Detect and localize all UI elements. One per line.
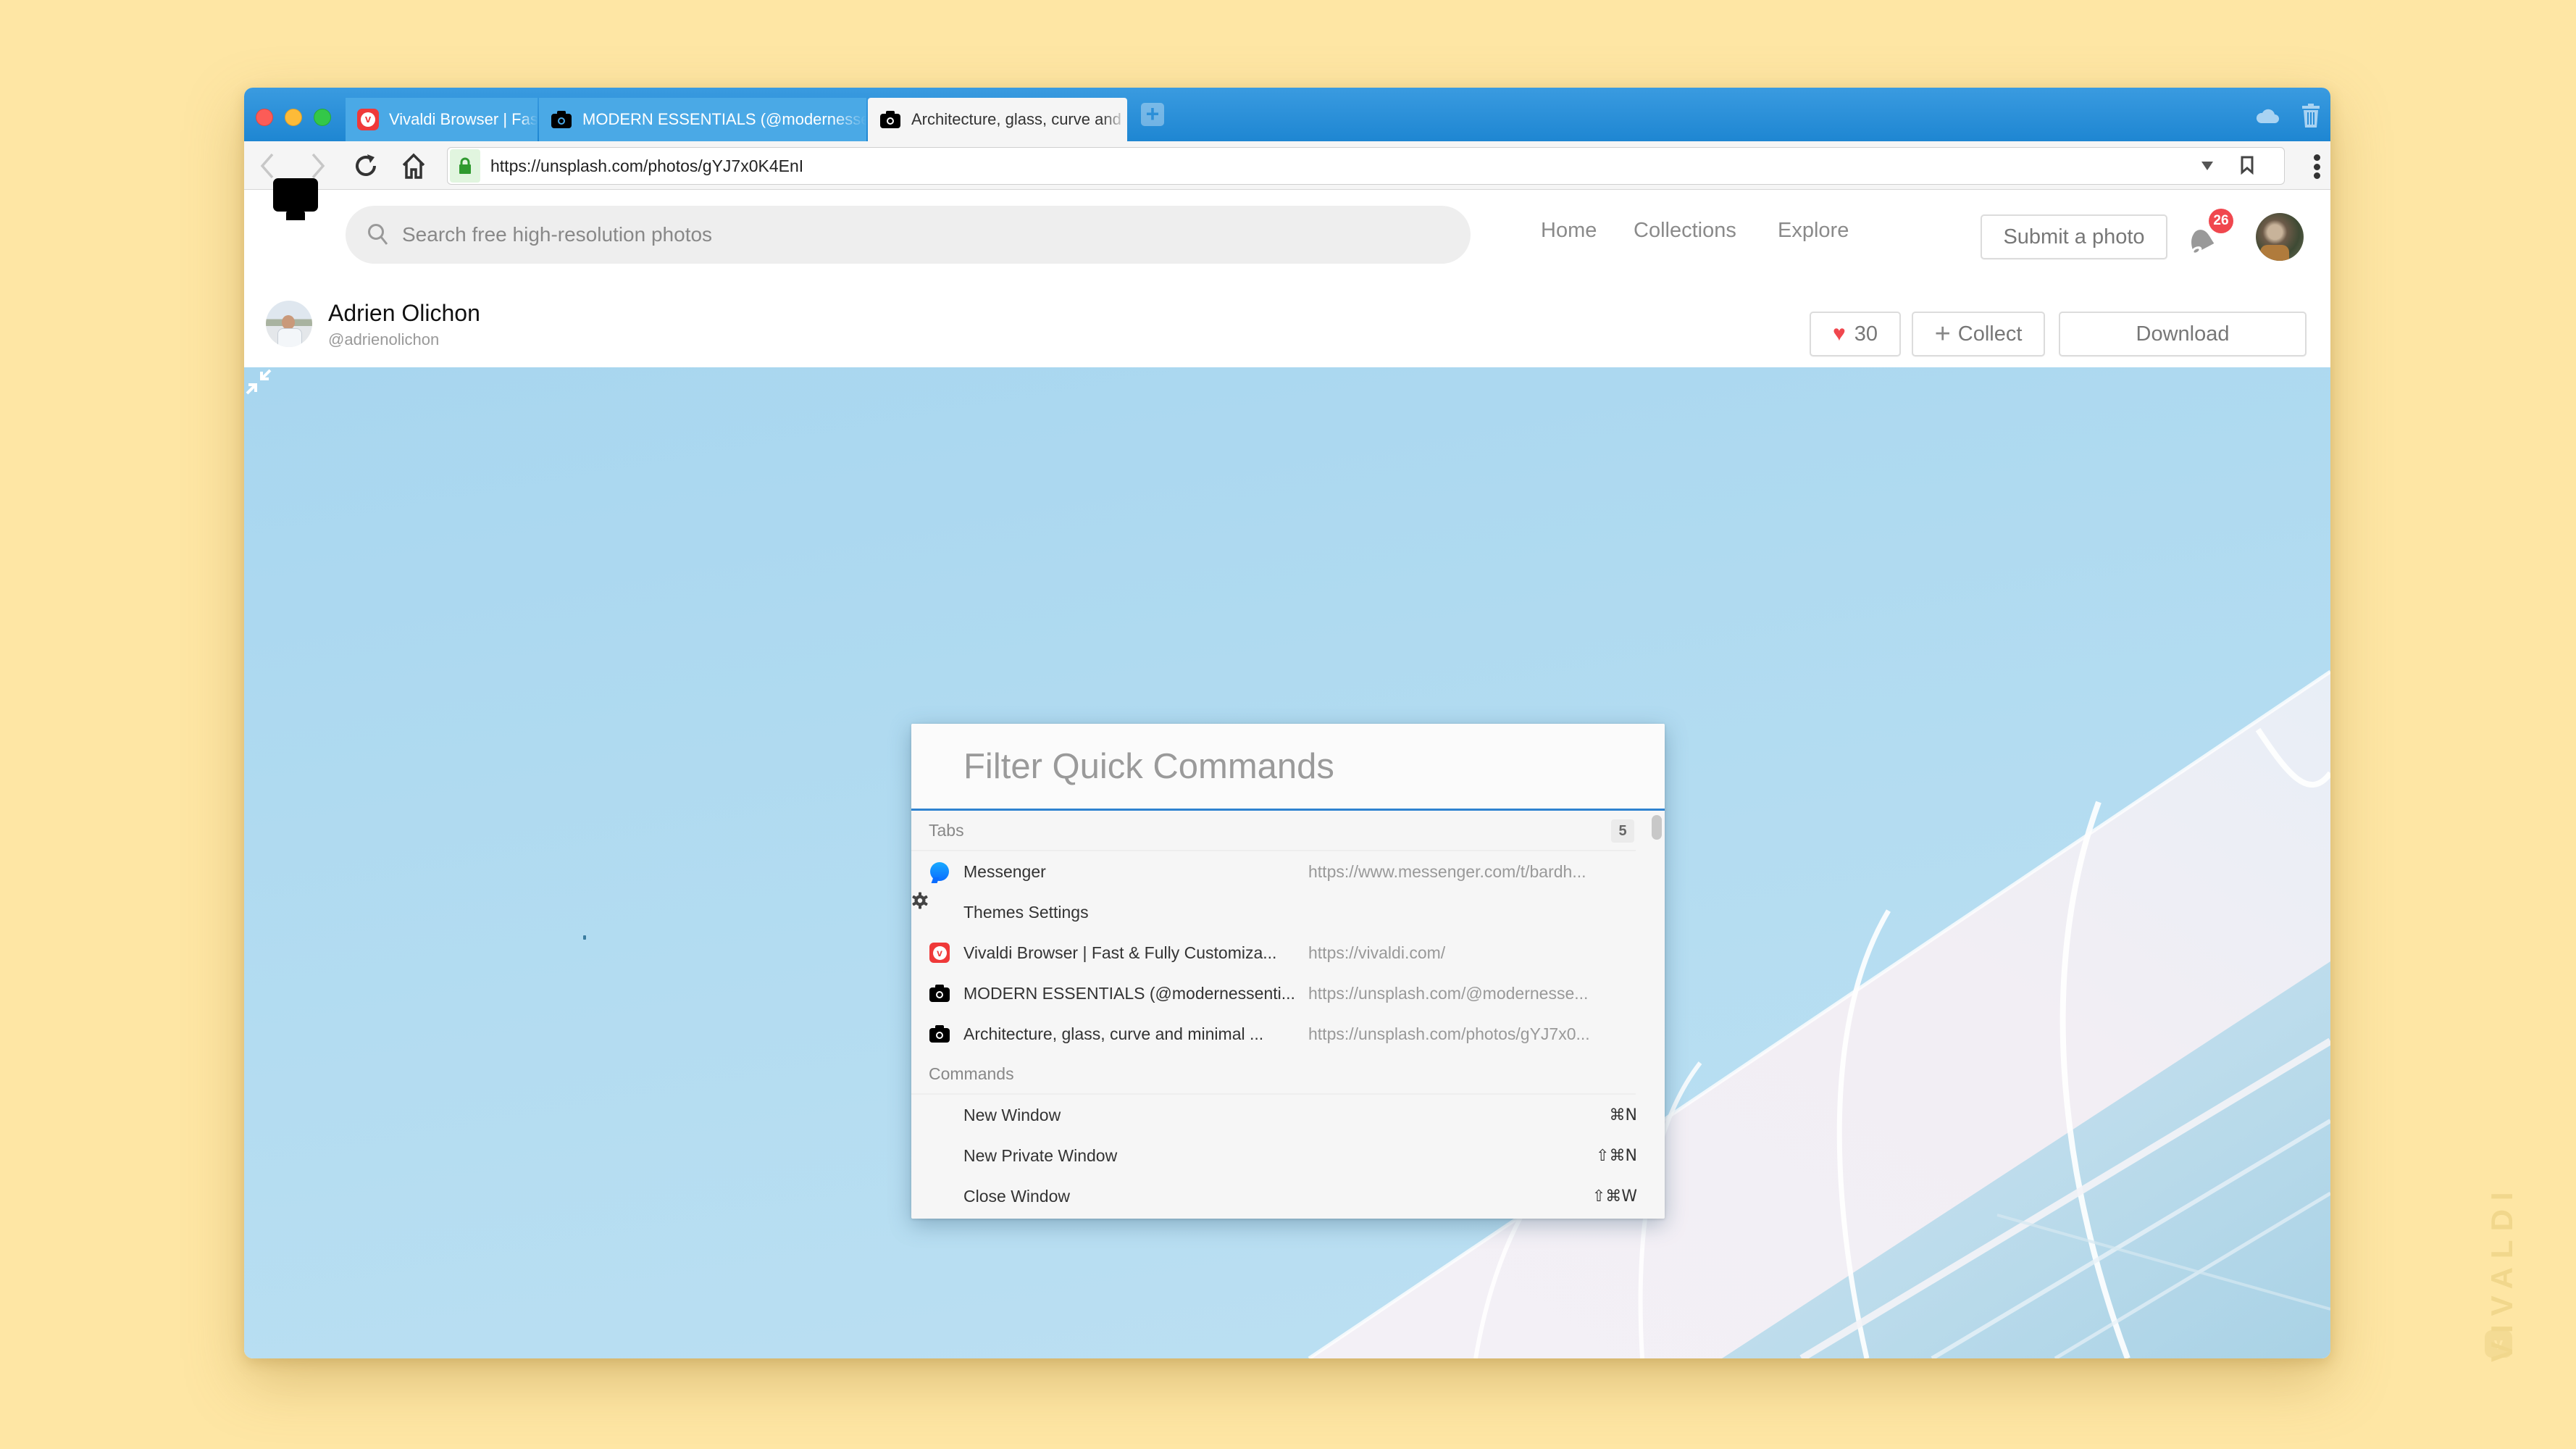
home-button[interactable] bbox=[399, 151, 428, 180]
command-shortcut: ⇧⌘W bbox=[1592, 1187, 1637, 1206]
tab-title: Vivaldi Browser | Fast & Fully Customiza… bbox=[389, 110, 538, 128]
photo-viewer: Tabs 5 Messenger https://www.messenger.c… bbox=[244, 367, 2330, 1358]
user-avatar[interactable] bbox=[2256, 213, 2304, 261]
command-title: New Window bbox=[963, 1105, 1061, 1124]
chevron-right-icon bbox=[311, 153, 325, 179]
qc-tab-item-vivaldi[interactable]: v Vivaldi Browser | Fast & Fully Customi… bbox=[911, 932, 1665, 973]
tab-vivaldi[interactable]: v Vivaldi Browser | Fast & Fully Customi… bbox=[346, 98, 538, 141]
section-label: Commands bbox=[929, 1064, 1014, 1083]
vivaldi-icon: v bbox=[929, 942, 950, 964]
quick-commands-list: Tabs 5 Messenger https://www.messenger.c… bbox=[911, 811, 1665, 1216]
item-url: https://unsplash.com/@modernesse... bbox=[1308, 983, 1589, 1003]
camera-icon bbox=[929, 982, 950, 1004]
cloud-sync-icon[interactable] bbox=[2255, 108, 2280, 124]
new-tab-button[interactable]: + bbox=[1141, 102, 1164, 126]
section-label: Tabs bbox=[929, 820, 964, 840]
command-shortcut: ⇧⌘N bbox=[1596, 1146, 1637, 1165]
author-avatar[interactable] bbox=[266, 301, 312, 347]
photo-author-bar: Adrien Olichon @adrienolichon ♥ 30 + Col… bbox=[244, 280, 2330, 367]
tab-architecture[interactable]: Architecture, glass, curve and minimal bbox=[868, 98, 1127, 141]
qc-command-new-private-window[interactable]: New Private Window ⇧⌘N bbox=[911, 1135, 1665, 1176]
qc-command-new-window[interactable]: New Window ⌘N bbox=[911, 1095, 1665, 1135]
vivaldi-watermark: VIVALDI bbox=[2485, 1183, 2519, 1362]
nav-home[interactable]: Home bbox=[1541, 219, 1597, 243]
qc-command-close-window[interactable]: Close Window ⇧⌘W bbox=[911, 1176, 1665, 1216]
gear-icon bbox=[912, 892, 950, 923]
qc-tab-item-themes-settings[interactable]: Themes Settings bbox=[911, 892, 1665, 932]
author-name[interactable]: Adrien Olichon bbox=[328, 300, 480, 327]
search-placeholder: Search free high-resolution photos bbox=[402, 223, 713, 246]
plus-icon: + bbox=[1934, 318, 1951, 349]
author-handle[interactable]: @adrienolichon bbox=[328, 330, 439, 349]
like-count: 30 bbox=[1854, 322, 1878, 346]
search-icon bbox=[368, 224, 388, 245]
search-input[interactable]: Search free high-resolution photos bbox=[346, 206, 1471, 264]
camera-icon bbox=[551, 109, 572, 130]
back-button[interactable] bbox=[253, 151, 282, 180]
item-url: https://www.messenger.com/t/bardh... bbox=[1308, 861, 1586, 881]
item-url: https://unsplash.com/photos/gYJ7x0... bbox=[1308, 1024, 1590, 1043]
url-text: https://unsplash.com/photos/gYJ7x0K4EnI bbox=[490, 156, 804, 175]
item-title: Messenger bbox=[963, 861, 1046, 881]
item-title: Themes Settings bbox=[963, 902, 1089, 922]
camera-icon bbox=[929, 1023, 950, 1045]
tab-title: Architecture, glass, curve and minimal bbox=[911, 110, 1127, 128]
address-bar[interactable]: https://unsplash.com/photos/gYJ7x0K4EnI bbox=[447, 147, 2285, 185]
quick-commands-scrollbar[interactable] bbox=[1652, 815, 1662, 840]
close-window-button[interactable] bbox=[256, 109, 273, 126]
tab-bar: v Vivaldi Browser | Fast & Fully Customi… bbox=[244, 88, 2330, 141]
like-button[interactable]: ♥ 30 bbox=[1810, 312, 1901, 356]
vivaldi-icon: v bbox=[357, 109, 379, 130]
chevron-left-icon bbox=[260, 153, 274, 179]
qc-tab-item-messenger[interactable]: Messenger https://www.messenger.com/t/ba… bbox=[911, 851, 1665, 892]
tab-modern-essentials[interactable]: MODERN ESSENTIALS (@modernessentials) bbox=[539, 98, 866, 141]
minimize-window-button[interactable] bbox=[285, 109, 302, 126]
bell-icon[interactable] bbox=[2188, 225, 2214, 256]
collect-button[interactable]: + Collect bbox=[1912, 312, 2045, 356]
home-icon bbox=[402, 153, 425, 179]
trash-icon[interactable] bbox=[2301, 104, 2320, 128]
item-title: Vivaldi Browser | Fast & Fully Customiza… bbox=[963, 943, 1277, 962]
reload-button[interactable] bbox=[351, 151, 380, 180]
bird-speck bbox=[583, 935, 586, 940]
qc-tab-item-architecture[interactable]: Architecture, glass, curve and minimal .… bbox=[911, 1014, 1665, 1054]
camera-icon bbox=[879, 109, 901, 130]
tab-count-badge: 5 bbox=[1611, 819, 1634, 843]
section-tabs: Tabs 5 bbox=[911, 811, 1636, 851]
notification-badge: 26 bbox=[2209, 209, 2233, 233]
bookmark-icon[interactable] bbox=[2241, 156, 2254, 175]
browser-window: v Vivaldi Browser | Fast & Fully Customi… bbox=[244, 88, 2330, 1358]
nav-collections[interactable]: Collections bbox=[1634, 219, 1736, 243]
quick-commands-input[interactable] bbox=[963, 746, 1615, 787]
messenger-icon bbox=[929, 861, 950, 882]
menu-icon[interactable] bbox=[2313, 154, 2320, 179]
forward-button[interactable] bbox=[304, 151, 333, 180]
secure-lock[interactable] bbox=[450, 149, 480, 183]
unsplash-header: Search free high-resolution photos Home … bbox=[244, 178, 2330, 280]
section-commands: Commands bbox=[911, 1054, 1636, 1095]
submit-photo-button[interactable]: Submit a photo bbox=[1981, 214, 2167, 259]
maximize-window-button[interactable] bbox=[314, 109, 331, 126]
tab-title: MODERN ESSENTIALS (@modernessentials) bbox=[582, 110, 866, 128]
address-toolbar: https://unsplash.com/photos/gYJ7x0K4EnI bbox=[244, 141, 2330, 190]
heart-icon: ♥ bbox=[1832, 322, 1846, 346]
item-url: https://vivaldi.com/ bbox=[1308, 943, 1446, 962]
collect-label: Collect bbox=[1957, 322, 2023, 346]
quick-commands-panel: Tabs 5 Messenger https://www.messenger.c… bbox=[911, 724, 1665, 1219]
item-title: Architecture, glass, curve and minimal .… bbox=[963, 1024, 1264, 1043]
history-dropdown-icon[interactable] bbox=[2201, 162, 2213, 170]
nav-explore[interactable]: Explore bbox=[1778, 219, 1849, 243]
reload-icon bbox=[356, 154, 376, 176]
lock-icon bbox=[459, 157, 471, 174]
download-button[interactable]: Download bbox=[2059, 312, 2307, 356]
qc-tab-item-modern-essentials[interactable]: MODERN ESSENTIALS (@modernessenti... htt… bbox=[911, 973, 1665, 1014]
command-title: Close Window bbox=[963, 1186, 1070, 1206]
command-title: New Private Window bbox=[963, 1145, 1118, 1165]
quick-commands-filter[interactable] bbox=[911, 724, 1665, 811]
item-title: MODERN ESSENTIALS (@modernessenti... bbox=[963, 983, 1295, 1003]
exit-fullscreen-icon[interactable] bbox=[244, 367, 273, 396]
command-shortcut: ⌘N bbox=[1609, 1106, 1637, 1124]
